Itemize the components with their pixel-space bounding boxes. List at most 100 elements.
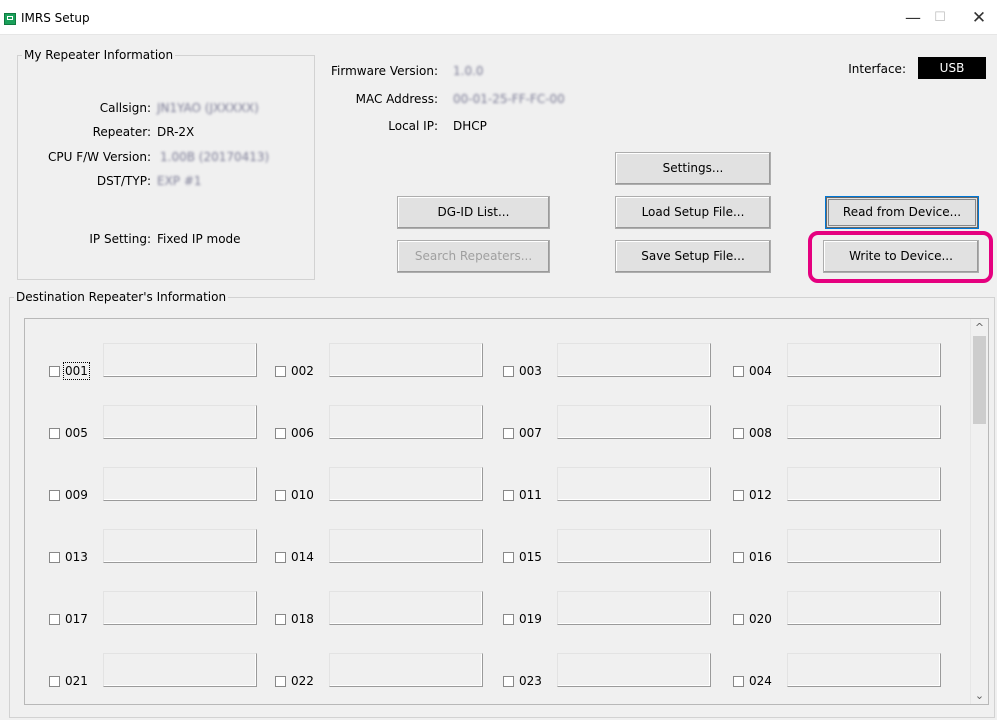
- slot-checkbox[interactable]: [49, 614, 60, 625]
- firmware-label: Firmware Version:: [331, 64, 438, 78]
- slot-checkbox[interactable]: [503, 614, 514, 625]
- dst-typ-label: DST/TYP:: [96, 174, 151, 188]
- slot-number[interactable]: 023: [519, 674, 542, 688]
- slot-number[interactable]: 010: [291, 488, 314, 502]
- mac-label: MAC Address:: [355, 92, 438, 106]
- slot-checkbox[interactable]: [503, 428, 514, 439]
- slot-checkbox[interactable]: [275, 490, 286, 501]
- slot-number[interactable]: 008: [749, 426, 772, 440]
- firmware-value: 1.0.0: [453, 64, 484, 78]
- cpu-fw-label: CPU F/W Version:: [47, 150, 151, 164]
- slot-checkbox[interactable]: [733, 552, 744, 563]
- slot-number[interactable]: 014: [291, 550, 314, 564]
- slot-number[interactable]: 016: [749, 550, 772, 564]
- slot-field[interactable]: [103, 343, 257, 377]
- save-setup-file-button[interactable]: Save Setup File...: [615, 240, 771, 273]
- maximize-button[interactable]: ☐: [920, 6, 960, 30]
- interface-badge: USB: [918, 57, 986, 79]
- slot-checkbox[interactable]: [733, 614, 744, 625]
- slot-field[interactable]: [557, 529, 711, 563]
- slot-field[interactable]: [329, 653, 483, 687]
- slot-checkbox[interactable]: [275, 428, 286, 439]
- slot-field[interactable]: [329, 405, 483, 439]
- slot-field[interactable]: [787, 467, 941, 501]
- slot-number[interactable]: 021: [65, 674, 88, 688]
- slot-number[interactable]: 002: [291, 364, 314, 378]
- slot-number[interactable]: 011: [519, 488, 542, 502]
- settings-button[interactable]: Settings...: [615, 152, 771, 185]
- slot-checkbox[interactable]: [503, 366, 514, 377]
- mac-value: 00-01-25-FF-FC-00: [453, 92, 565, 106]
- title-bar: IMRS Setup — ☐ ✕: [0, 0, 997, 35]
- cpu-fw-value: 1.00B (20170413): [160, 150, 270, 164]
- slot-checkbox[interactable]: [275, 614, 286, 625]
- slot-field[interactable]: [557, 467, 711, 501]
- slot-field[interactable]: [103, 405, 257, 439]
- slot-checkbox[interactable]: [733, 676, 744, 687]
- slot-number[interactable]: 006: [291, 426, 314, 440]
- slot-number[interactable]: 019: [519, 612, 542, 626]
- repeater-label: Repeater:: [92, 125, 151, 139]
- slot-checkbox[interactable]: [49, 552, 60, 563]
- vertical-scrollbar[interactable]: ^ ⌄: [970, 319, 988, 704]
- slot-number[interactable]: 018: [291, 612, 314, 626]
- scroll-down-icon[interactable]: ⌄: [971, 687, 988, 704]
- search-repeaters-button[interactable]: Search Repeaters...: [397, 240, 550, 273]
- load-setup-file-button[interactable]: Load Setup File...: [615, 196, 771, 229]
- slot-field[interactable]: [103, 653, 257, 687]
- slot-field[interactable]: [787, 591, 941, 625]
- callsign-label: Callsign:: [99, 101, 151, 115]
- slot-checkbox[interactable]: [733, 366, 744, 377]
- slot-field[interactable]: [103, 467, 257, 501]
- write-device-highlight: [808, 231, 993, 283]
- slot-checkbox[interactable]: [733, 428, 744, 439]
- slot-field[interactable]: [103, 529, 257, 563]
- slot-number[interactable]: 007: [519, 426, 542, 440]
- slot-checkbox[interactable]: [49, 366, 60, 377]
- slot-checkbox[interactable]: [503, 552, 514, 563]
- slot-checkbox[interactable]: [275, 366, 286, 377]
- slot-field[interactable]: [329, 591, 483, 625]
- slot-number[interactable]: 012: [749, 488, 772, 502]
- close-button[interactable]: ✕: [959, 6, 997, 30]
- window-title: IMRS Setup: [21, 11, 90, 25]
- slot-field[interactable]: [787, 343, 941, 377]
- slot-number[interactable]: 017: [65, 612, 88, 626]
- slot-field[interactable]: [557, 591, 711, 625]
- slot-checkbox[interactable]: [49, 428, 60, 439]
- local-ip-value: DHCP: [453, 119, 487, 133]
- scroll-up-icon[interactable]: ^: [971, 319, 988, 336]
- slot-number[interactable]: 004: [749, 364, 772, 378]
- slot-field[interactable]: [329, 467, 483, 501]
- dgid-list-button[interactable]: DG-ID List...: [397, 196, 550, 229]
- slot-number[interactable]: 024: [749, 674, 772, 688]
- slot-number[interactable]: 001: [63, 362, 90, 380]
- slot-checkbox[interactable]: [733, 490, 744, 501]
- slot-number[interactable]: 020: [749, 612, 772, 626]
- slot-checkbox[interactable]: [275, 676, 286, 687]
- slot-checkbox[interactable]: [503, 676, 514, 687]
- slot-number[interactable]: 009: [65, 488, 88, 502]
- scroll-thumb[interactable]: [973, 336, 986, 424]
- slot-number[interactable]: 005: [65, 426, 88, 440]
- slot-field[interactable]: [557, 405, 711, 439]
- slot-field[interactable]: [787, 529, 941, 563]
- slot-field[interactable]: [557, 653, 711, 687]
- destination-legend: Destination Repeater's Information: [16, 290, 227, 304]
- slot-checkbox[interactable]: [503, 490, 514, 501]
- destination-scroll-area[interactable]: 001 002 003 004 005 006 007 008 009 010 011 012 013 0…: [24, 318, 989, 705]
- slot-checkbox[interactable]: [49, 676, 60, 687]
- slot-number[interactable]: 022: [291, 674, 314, 688]
- slot-field[interactable]: [787, 405, 941, 439]
- slot-field[interactable]: [787, 653, 941, 687]
- slot-field[interactable]: [329, 529, 483, 563]
- slot-checkbox[interactable]: [49, 490, 60, 501]
- read-from-device-button[interactable]: Read from Device...: [825, 196, 979, 229]
- slot-field[interactable]: [557, 343, 711, 377]
- slot-number[interactable]: 015: [519, 550, 542, 564]
- slot-number[interactable]: 003: [519, 364, 542, 378]
- slot-checkbox[interactable]: [275, 552, 286, 563]
- slot-number[interactable]: 013: [65, 550, 88, 564]
- slot-field[interactable]: [103, 591, 257, 625]
- slot-field[interactable]: [329, 343, 483, 377]
